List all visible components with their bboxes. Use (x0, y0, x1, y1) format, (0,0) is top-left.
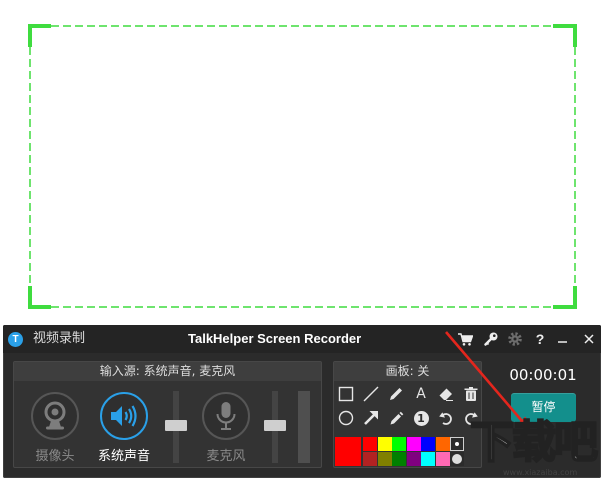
eraser-tool[interactable] (435, 384, 457, 404)
color-swatch-dark-red[interactable] (363, 452, 377, 466)
color-swatch-dark-green[interactable] (392, 452, 406, 466)
undo-button[interactable] (435, 408, 457, 428)
number-icon: 1 (413, 410, 429, 426)
brush-size-small[interactable] (450, 437, 464, 451)
line-tool[interactable] (360, 384, 382, 404)
gear-icon[interactable] (508, 332, 522, 346)
small-dot-icon (455, 442, 459, 446)
marker-tool[interactable] (385, 408, 407, 428)
capture-corner-handle-bottom-right[interactable] (553, 286, 577, 309)
rectangle-icon (338, 386, 354, 402)
ellipse-icon (338, 410, 354, 426)
color-swatch-olive[interactable] (377, 452, 392, 466)
capture-corner-handle-bottom-left[interactable] (28, 286, 51, 309)
audio-level-meter (298, 391, 310, 463)
color-swatch-purple[interactable] (406, 452, 421, 466)
app-logo: T (8, 332, 23, 347)
watermark-logo: 下载吧 (469, 417, 599, 469)
cart-icon[interactable] (458, 332, 473, 346)
key-icon[interactable] (484, 332, 498, 346)
color-swatch-red[interactable] (363, 437, 377, 451)
arrow-tool[interactable] (360, 408, 382, 428)
drawing-board-panel: 画板: 关 A 1 (333, 361, 482, 468)
marker-icon (390, 411, 404, 425)
trash-icon (464, 387, 478, 401)
current-color-swatch[interactable] (335, 437, 361, 466)
mode-menu[interactable]: 视频录制 (33, 331, 85, 347)
drawing-board-header[interactable]: 画板: 关 (334, 362, 481, 381)
system-audio-button[interactable] (100, 392, 148, 440)
capture-region[interactable] (0, 0, 603, 320)
webcam-label: 摄像头 (35, 449, 75, 464)
microphone-icon (216, 402, 236, 430)
capture-corner-handle-top-left[interactable] (28, 24, 51, 47)
line-icon (363, 386, 379, 402)
rectangle-tool[interactable] (335, 384, 357, 404)
system-audio-label: 系统声音 (97, 449, 150, 464)
recording-timer: 00:00:01 (509, 366, 577, 384)
ellipse-tool[interactable] (335, 408, 357, 428)
color-swatch-green[interactable] (392, 437, 406, 451)
webcam-icon (44, 401, 66, 430)
title-bar[interactable]: T 视频录制 TalkHelper Screen Recorder ? (3, 325, 601, 353)
large-dot-icon (452, 454, 462, 464)
close-icon[interactable] (583, 332, 595, 346)
webcam-button[interactable] (31, 392, 79, 440)
color-swatch-magenta[interactable] (406, 437, 421, 451)
clear-tool[interactable] (460, 384, 482, 404)
window-title: TalkHelper Screen Recorder (188, 331, 362, 346)
color-swatch-orange[interactable] (435, 437, 450, 451)
text-tool[interactable]: A (410, 384, 432, 404)
input-source-header: 输入源: 系统声音, 麦克风 (14, 362, 321, 381)
arrow-icon (364, 411, 378, 425)
color-swatch-yellow[interactable] (377, 437, 392, 451)
brush-size-large[interactable] (450, 452, 464, 466)
capture-corner-handle-top-right[interactable] (553, 24, 577, 47)
color-swatch-pink[interactable] (435, 452, 450, 466)
speaker-icon (111, 405, 137, 427)
pencil-tool[interactable] (385, 384, 407, 404)
microphone-volume-slider-handle[interactable] (264, 420, 286, 432)
watermark-url: www.xiazaiba.com (503, 468, 578, 477)
input-source-panel: 输入源: 系统声音, 麦克风 摄像头 系统声音 麦克风 (13, 361, 322, 468)
undo-icon (439, 412, 452, 425)
number-tool[interactable]: 1 (410, 408, 432, 428)
eraser-icon (439, 388, 453, 401)
text-icon: A (416, 386, 426, 402)
system-volume-slider-handle[interactable] (165, 420, 187, 432)
microphone-button[interactable] (202, 392, 250, 440)
color-swatch-cyan[interactable] (421, 452, 435, 466)
pencil-icon (390, 388, 402, 400)
microphone-label: 麦克风 (206, 449, 246, 464)
help-icon[interactable]: ? (534, 330, 546, 348)
color-swatch-blue[interactable] (421, 437, 435, 451)
minimize-icon[interactable] (557, 332, 569, 346)
